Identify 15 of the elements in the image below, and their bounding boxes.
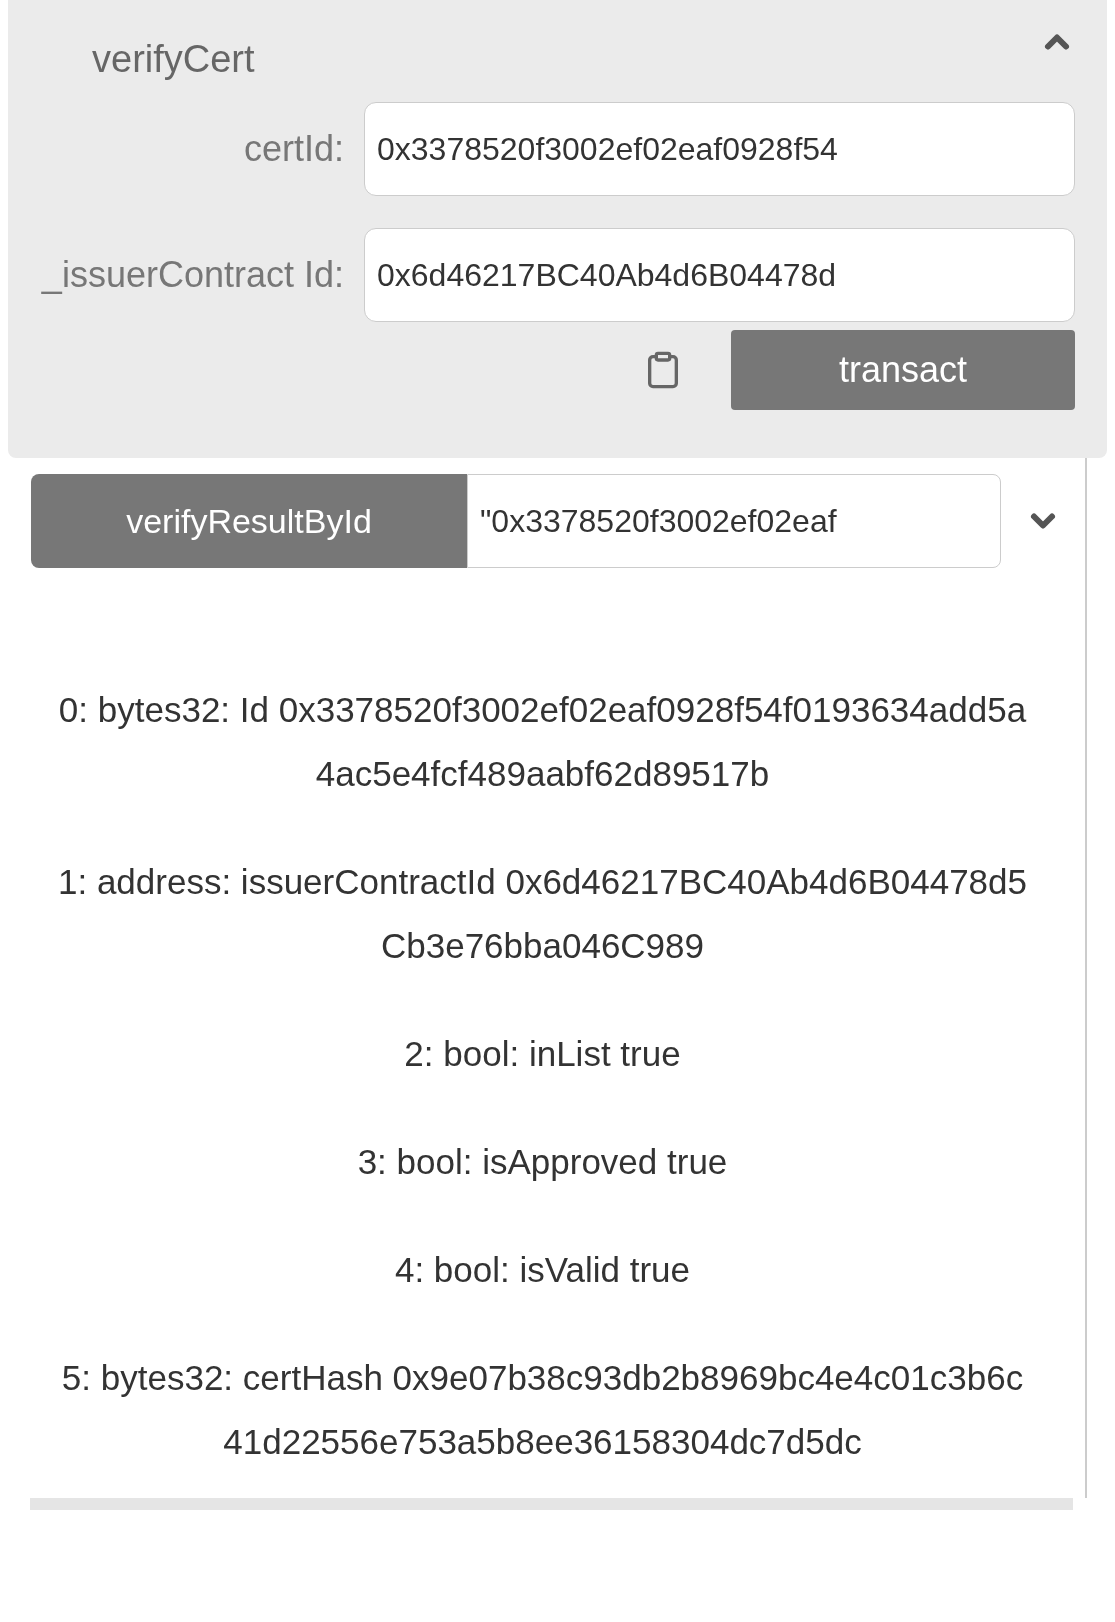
parameter-label: certId: <box>242 127 344 171</box>
result-line: 2: bool: inList true <box>403 1033 682 1075</box>
result-line: 5: bytes32: certHash 0x9e07b38c93db2b8969bc4e4c01c3b6c41d22556e753a5b8ee36158304dc7d5dc <box>60 1357 1025 1463</box>
result-line: 1: address: issuerContractId 0x6d46217BC40Ab4d6B04478d5Cb3e76bba046C989 <box>57 861 1028 967</box>
parameter-input[interactable]: 0x6d46217BC40Ab4d6B04478d <box>364 228 1075 322</box>
transact-button[interactable]: transact <box>731 330 1075 410</box>
call-input[interactable]: "0x3378520f3002ef02eaf <box>467 474 1001 568</box>
result-line: 4: bool: isValid true <box>393 1249 692 1291</box>
call-button[interactable]: verifyResultById <box>31 474 467 568</box>
result-line: 0: bytes32: Id 0x3378520f3002ef02eaf0928f54f0193634add5a4ac5e4fcf489aabf62d89517b <box>57 689 1028 795</box>
parameter-input[interactable]: 0x3378520f3002ef02eaf0928f54 <box>364 102 1075 196</box>
result-line: 3: bool: isApproved true <box>356 1141 729 1183</box>
parameter-label: _issuerContract Id: <box>40 253 344 297</box>
function-title: verifyCert <box>92 40 255 78</box>
scrollbar[interactable] <box>30 1498 1073 1510</box>
